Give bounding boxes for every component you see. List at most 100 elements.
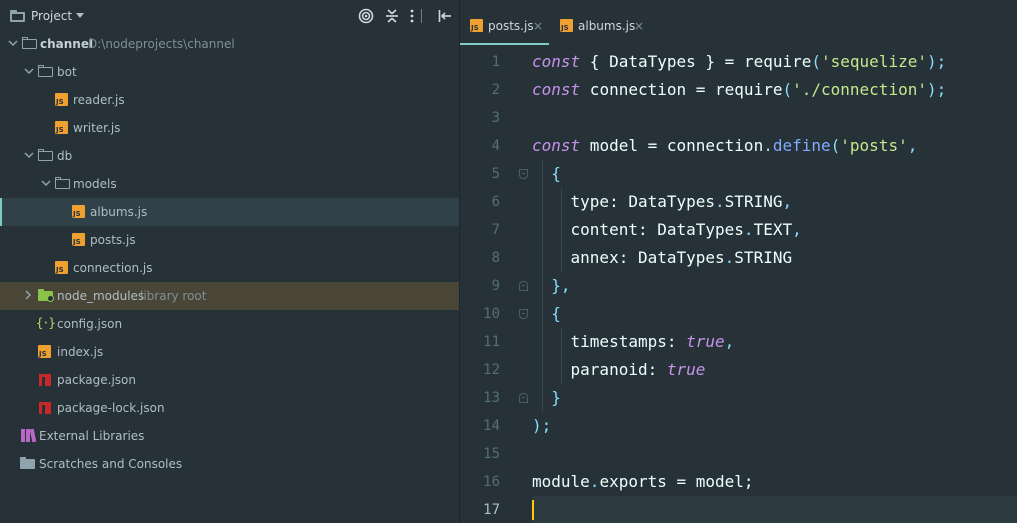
code-token-plain: require: [743, 52, 812, 71]
tree-item-bot[interactable]: bot: [0, 58, 459, 86]
line-number: 9: [491, 278, 500, 294]
fold-toggle-icon[interactable]: [519, 393, 528, 403]
code-token-punc: .: [743, 220, 754, 239]
line-number: 17: [483, 502, 500, 518]
tree-item-label: node_modules: [57, 289, 145, 303]
code-line[interactable]: type: DataTypes.STRING,: [532, 188, 1017, 216]
chevron-down-icon[interactable]: [76, 13, 84, 18]
code-line[interactable]: );: [532, 412, 1017, 440]
chevron-right-icon[interactable]: [22, 289, 34, 301]
tree-item-db[interactable]: db: [0, 142, 459, 170]
line-number: 11: [483, 334, 500, 350]
code-line[interactable]: module.exports = model;: [532, 468, 1017, 496]
code-token-plain: connection =: [580, 80, 716, 99]
close-icon[interactable]: ×: [634, 19, 644, 33]
code-token-kw: const: [532, 136, 581, 155]
code-token-str: 'posts': [840, 136, 908, 155]
tree-item-external-libraries[interactable]: External Libraries: [0, 422, 459, 450]
tree-item-package-lock-json[interactable]: package-lock.json: [0, 394, 459, 422]
javascript-file-icon: JS: [55, 93, 68, 106]
code-token-punc: );: [532, 416, 552, 435]
tree-item-models[interactable]: models: [0, 170, 459, 198]
project-toolbar: Project: [0, 0, 459, 32]
javascript-file-icon: JS: [560, 19, 573, 32]
tree-item-package-json[interactable]: package.json: [0, 366, 459, 394]
code-area[interactable]: const { DataTypes } = require('sequelize…: [532, 45, 1017, 523]
collapse-all-icon[interactable]: [384, 8, 400, 24]
code-token-plain: model = connection: [580, 136, 764, 155]
tree-item-node-modules[interactable]: node_modules library root: [0, 282, 459, 310]
tree-item-label: writer.js: [73, 121, 121, 135]
tree-item-label: db: [57, 149, 73, 163]
tree-item-path: D:\nodeprojects\channel: [88, 37, 235, 51]
line-number: 5: [491, 166, 500, 182]
fold-toggle-icon[interactable]: [519, 281, 528, 291]
tree-item-reader-js[interactable]: JS reader.js: [0, 86, 459, 114]
line-number: 14: [483, 418, 500, 434]
code-token-plain: timestamps:: [532, 332, 687, 351]
tree-item-scratches-and-consoles[interactable]: Scratches and Consoles: [0, 450, 459, 478]
tree-item-posts-js[interactable]: JS posts.js: [0, 226, 459, 254]
tree-item-label: bot: [57, 65, 77, 79]
npm-icon: [39, 402, 51, 414]
code-line[interactable]: const model = connection.define('posts',: [532, 132, 1017, 160]
tab-posts-js[interactable]: JS posts.js ×: [460, 0, 549, 45]
scratches-folder-icon: [20, 457, 35, 469]
more-vert-icon[interactable]: [404, 8, 420, 24]
javascript-file-icon: JS: [55, 261, 68, 274]
code-line[interactable]: timestamps: true,: [532, 328, 1017, 356]
fold-toggle-icon[interactable]: [519, 169, 528, 179]
code-token-punc: .: [763, 136, 773, 155]
code-line[interactable]: }: [532, 384, 1017, 412]
code-token-bool: true: [686, 332, 725, 351]
tree-item-path: library root: [140, 289, 207, 303]
code-token-bool: true: [666, 360, 706, 379]
chevron-down-icon[interactable]: [23, 149, 35, 161]
code-token-fn: define: [772, 136, 831, 155]
tree-item-index-js[interactable]: JS index.js: [0, 338, 459, 366]
fold-toggle-icon[interactable]: [519, 309, 528, 319]
close-icon[interactable]: ×: [533, 19, 543, 33]
code-line[interactable]: annex: DataTypes.STRING: [532, 244, 1017, 272]
code-token-str: 'sequelize': [821, 52, 927, 71]
tree-item-connection-js[interactable]: JS connection.js: [0, 254, 459, 282]
javascript-file-icon: JS: [72, 205, 85, 218]
code-line[interactable]: {: [532, 160, 1017, 188]
chevron-down-icon[interactable]: [23, 65, 35, 77]
text-caret: [532, 500, 534, 520]
tab-albums-js[interactable]: JS albums.js ×: [550, 0, 650, 45]
code-line[interactable]: {: [532, 300, 1017, 328]
code-line[interactable]: [532, 104, 1017, 132]
code-token-punc: .: [589, 472, 600, 491]
hide-panel-icon[interactable]: [437, 8, 453, 24]
chevron-down-icon[interactable]: [40, 177, 52, 189]
code-token-punc: (: [811, 52, 822, 71]
code-line[interactable]: },: [532, 272, 1017, 300]
code-line[interactable]: content: DataTypes.TEXT,: [532, 216, 1017, 244]
code-line[interactable]: paranoid: true: [532, 356, 1017, 384]
line-number: 6: [491, 194, 500, 210]
code-line[interactable]: const connection = require('./connection…: [532, 76, 1017, 104]
code-line[interactable]: [532, 496, 1017, 523]
tree-item-albums-js[interactable]: JS albums.js: [0, 198, 459, 226]
target-icon[interactable]: [358, 8, 374, 24]
tree-item-label: config.json: [57, 317, 123, 331]
toolbar-separator: [421, 9, 422, 23]
code-line[interactable]: const { DataTypes } = require('sequelize…: [532, 48, 1017, 76]
folder-icon: [38, 65, 53, 77]
line-number: 16: [483, 474, 500, 490]
tree-item-channel[interactable]: channel D:\nodeprojects\channel: [0, 30, 459, 58]
project-view-title[interactable]: Project: [31, 9, 72, 23]
code-line[interactable]: [532, 440, 1017, 468]
tree-item-label: Scratches and Consoles: [39, 457, 183, 471]
tree-item-writer-js[interactable]: JS writer.js: [0, 114, 459, 142]
line-number: 3: [491, 110, 500, 126]
line-number: 8: [491, 250, 500, 266]
libraries-icon: [21, 428, 37, 443]
code-token-kw: const: [532, 52, 581, 71]
tree-item-config-json[interactable]: {·} config.json: [0, 310, 459, 338]
library-folder-icon: [38, 289, 54, 302]
project-panel: Project channel D:\nodeprojects\channel …: [0, 0, 459, 523]
code-token-str: './connection': [792, 80, 927, 99]
chevron-down-icon[interactable]: [7, 37, 19, 49]
